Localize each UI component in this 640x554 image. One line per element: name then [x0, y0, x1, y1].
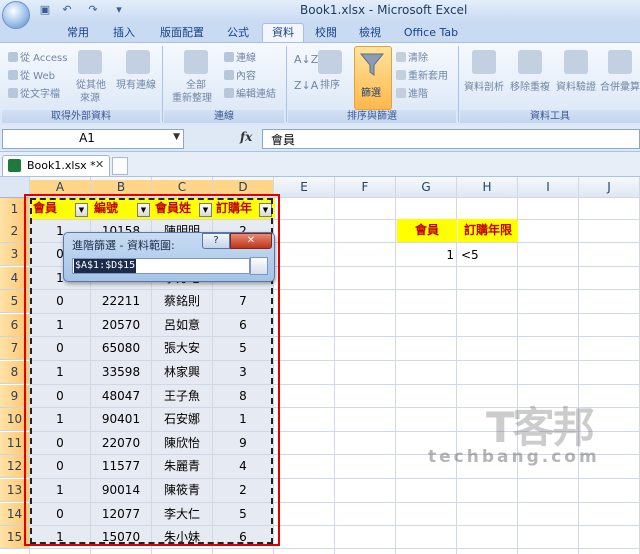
grid-line	[334, 177, 335, 554]
tab-view[interactable]: 檢視	[350, 24, 390, 42]
existing-connections-icon	[126, 50, 150, 74]
data-validation-button[interactable]: 資料驗證	[556, 82, 596, 94]
edit-links-button[interactable]: 編輯連結	[224, 88, 276, 101]
group-separator	[458, 46, 459, 122]
from-text-button[interactable]: 從文字檔	[8, 88, 60, 101]
properties-button[interactable]: 內容	[224, 70, 256, 83]
connections-button[interactable]: 連線	[224, 52, 256, 65]
clear-filter-button[interactable]: 清除	[396, 52, 428, 65]
workbook-tab-label: Book1.xlsx *	[27, 159, 96, 172]
reapply-button[interactable]: 重新套用	[396, 70, 448, 83]
from-access-button[interactable]: 從 Access	[8, 52, 67, 65]
sort-button[interactable]: 排序	[320, 80, 340, 92]
workbook-tab[interactable]: Book1.xlsx * ✕	[2, 155, 110, 176]
other-sources-icon	[78, 50, 102, 74]
tab-review[interactable]: 校閱	[306, 24, 346, 42]
connections-icon	[224, 52, 234, 62]
advanced-filter-button[interactable]: 進階	[396, 88, 428, 101]
text-to-columns-icon	[472, 50, 496, 74]
tab-office-tab[interactable]: Office Tab	[396, 24, 466, 42]
refresh-all-sublabel: 重新整理	[172, 93, 212, 104]
filter-label: 篩選	[361, 88, 381, 99]
clear-icon	[396, 52, 406, 62]
properties-icon	[224, 70, 234, 80]
criteria-value-years[interactable]: <5	[461, 244, 516, 266]
undo-icon[interactable]: ↶	[60, 3, 74, 17]
consolidate-icon	[608, 50, 632, 74]
access-icon	[8, 52, 18, 62]
formula-input[interactable]: 會員	[262, 129, 640, 149]
filter-funnel-icon	[360, 53, 384, 76]
refresh-all-icon	[184, 50, 208, 74]
name-box-value: A1	[79, 131, 95, 145]
sort-ascending-icon[interactable]: A↓Z	[294, 54, 318, 66]
group-separator	[162, 46, 163, 122]
text-file-icon	[8, 88, 18, 98]
existing-connections-button[interactable]: 現有連線	[116, 80, 156, 92]
group-separator	[286, 46, 287, 122]
refresh-all-button[interactable]: 全部	[186, 80, 206, 92]
new-tab-icon[interactable]	[112, 157, 128, 175]
range-input-value: $A$1:$D$15	[74, 259, 137, 273]
tab-page-layout[interactable]: 版面配置	[150, 24, 214, 42]
from-web-button[interactable]: 從 Web	[8, 70, 55, 83]
web-icon	[8, 70, 18, 80]
sort-descending-icon[interactable]: Z↓A	[294, 80, 318, 92]
tab-home[interactable]: 常用	[58, 24, 98, 42]
text-to-columns-button[interactable]: 資料剖析	[464, 82, 504, 94]
watermark-url: techbang.com	[428, 447, 600, 467]
from-other-sources-button[interactable]: 從其他	[76, 80, 106, 92]
criteria-header-years[interactable]: 訂購年限	[458, 219, 518, 242]
remove-duplicates-button[interactable]: 移除重複	[510, 82, 550, 94]
close-icon[interactable]: ✕	[230, 233, 272, 249]
name-box[interactable]: A1 ▼	[2, 129, 184, 149]
edit-links-icon	[224, 88, 234, 98]
consolidate-button[interactable]: 合併彙算	[600, 82, 640, 94]
tab-formulas[interactable]: 公式	[218, 24, 258, 42]
other-sources-sublabel: 來源	[80, 93, 100, 104]
advanced-filter-dialog[interactable]: 進階篩選 - 資料範圍: ? ✕ $A$1:$D$15	[63, 232, 275, 282]
tab-insert[interactable]: 插入	[104, 24, 144, 42]
remove-duplicates-icon	[518, 50, 542, 74]
column-header[interactable]: G	[396, 180, 456, 196]
close-icon[interactable]: ✕	[95, 158, 104, 171]
watermark-logo: T客邦	[486, 403, 595, 452]
column-header[interactable]: H	[457, 180, 517, 196]
grid-line	[578, 177, 579, 554]
criteria-value-member[interactable]: 1	[397, 244, 454, 266]
expand-dialog-icon[interactable]	[250, 257, 268, 275]
advanced-icon	[396, 88, 406, 98]
data-validation-icon	[564, 50, 588, 74]
excel-file-icon	[8, 159, 21, 172]
group-label-external: 取得外部資料	[2, 110, 160, 123]
help-icon[interactable]: ?	[202, 233, 230, 249]
window-title: Book1.xlsx - Microsoft Excel	[300, 3, 468, 17]
reapply-icon	[396, 70, 406, 80]
column-header[interactable]: E	[274, 180, 334, 196]
insert-function-icon[interactable]: fx	[240, 130, 252, 144]
column-header[interactable]: J	[579, 180, 639, 196]
dropdown-icon[interactable]: ▾	[112, 3, 126, 17]
redo-icon[interactable]: ↷	[86, 3, 100, 17]
office-button[interactable]	[2, 1, 30, 29]
tab-data[interactable]: 資料	[262, 23, 304, 43]
group-label-sort-filter: 排序與篩選	[288, 110, 456, 123]
group-label-data-tools: 資料工具	[460, 110, 640, 123]
column-header[interactable]: I	[518, 180, 578, 196]
chevron-down-icon[interactable]: ▼	[173, 132, 180, 142]
grid-line	[395, 177, 396, 554]
sort-dialog-icon	[318, 50, 342, 74]
column-header[interactable]: F	[335, 180, 395, 196]
range-input[interactable]: $A$1:$D$15	[72, 258, 250, 274]
criteria-header-member[interactable]: 會員	[397, 219, 457, 242]
formula-value: 會員	[271, 133, 296, 147]
save-icon[interactable]: ▣	[38, 3, 52, 17]
dialog-title: 進階篩選 - 資料範圍:	[72, 239, 175, 252]
group-label-connections: 連線	[164, 110, 284, 123]
